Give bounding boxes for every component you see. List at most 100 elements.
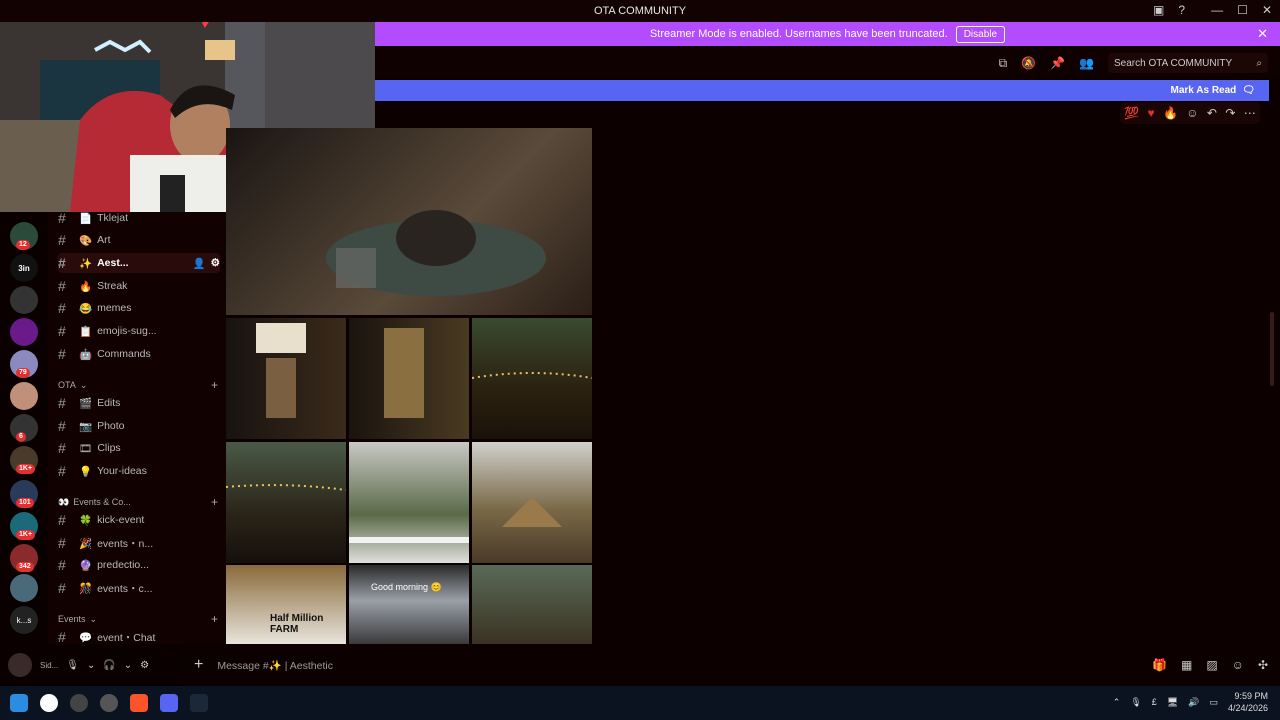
app-icon[interactable] xyxy=(100,694,118,712)
photo-car-window[interactable]: Good morning 😊 xyxy=(349,565,469,644)
add-reaction-icon[interactable]: ☺ xyxy=(1186,106,1198,120)
photo-wall-light-1[interactable] xyxy=(226,318,346,439)
category-label: Events xyxy=(58,614,86,624)
microphone-icon[interactable]: 🎙 xyxy=(66,660,79,671)
photo-wall-light-2[interactable] xyxy=(349,318,469,439)
network-icon[interactable]: 🖥 xyxy=(1167,697,1178,708)
photo-palm-lights[interactable] xyxy=(226,442,346,563)
channel-emoji: 💡 xyxy=(79,465,93,478)
hash-icon: # xyxy=(58,300,66,316)
photo-hut-day[interactable] xyxy=(472,442,592,563)
mark-as-read-button[interactable]: Mark As Read xyxy=(1171,85,1237,96)
clock-time: 9:59 PM xyxy=(1234,691,1268,701)
photo-palm-garden[interactable] xyxy=(472,565,592,644)
channel-item[interactable]: # 🔮 predectio... xyxy=(58,555,220,575)
battery-icon[interactable]: ▭ xyxy=(1209,697,1218,708)
microphone-tray-icon[interactable]: 🎙 xyxy=(1130,697,1141,708)
brave-browser-icon[interactable] xyxy=(130,694,148,712)
reaction-heart-icon[interactable]: ♥ xyxy=(1147,106,1154,120)
forward-icon[interactable]: ↷ xyxy=(1225,106,1235,120)
add-channel-icon[interactable]: + xyxy=(211,378,218,392)
server-icon-ks[interactable]: k...s xyxy=(10,606,38,634)
maximize-icon[interactable]: ☐ xyxy=(1237,3,1248,17)
channel-item[interactable]: # 💡 Your-ideas xyxy=(58,461,220,481)
minimize-icon[interactable]: — xyxy=(1211,3,1223,17)
channel-label: Photo xyxy=(97,420,125,432)
close-icon[interactable]: ✕ xyxy=(1257,26,1268,42)
channel-item[interactable]: # 🎉 events・n... xyxy=(58,533,220,553)
server-icon[interactable] xyxy=(10,286,38,314)
photo-farm-sign[interactable]: Half Million FARM xyxy=(226,565,346,644)
gear-icon[interactable]: ⚙ xyxy=(140,660,149,671)
pin-icon[interactable]: 📌 xyxy=(1050,56,1065,70)
message-composer[interactable]: + Message #✨ | Aesthetic 🎁 ▦ ▨ ☺ ✣ xyxy=(182,644,1280,686)
add-channel-icon[interactable]: + xyxy=(211,612,218,626)
search-input[interactable]: Search OTA COMMUNITY ⌕ xyxy=(1108,53,1268,73)
new-messages-bar[interactable]: Mark As Read 🗨 xyxy=(375,80,1269,101)
add-attachment-icon[interactable]: + xyxy=(194,656,203,674)
close-window-icon[interactable]: ✕ xyxy=(1262,3,1272,17)
threads-icon[interactable]: ⧉ xyxy=(999,56,1008,71)
category-label: OTA xyxy=(58,380,76,390)
more-icon[interactable]: ⋯ xyxy=(1244,106,1256,120)
channel-item[interactable]: # 🎞 Clips xyxy=(58,438,220,458)
app-icon[interactable] xyxy=(70,694,88,712)
channel-item[interactable]: # 📷 Photo xyxy=(58,416,220,436)
settings-icon[interactable]: ⚙ xyxy=(211,257,220,269)
reply-icon[interactable]: ↶ xyxy=(1207,106,1217,120)
channel-item[interactable]: # 😂 memes xyxy=(58,298,220,318)
chevron-down-icon[interactable]: ⌄ xyxy=(87,660,95,671)
message-input[interactable]: Message #✨ | Aesthetic xyxy=(217,659,333,672)
category-ota[interactable]: OTA ⌄ + xyxy=(58,378,218,392)
clock[interactable]: 9:59 PM 4/24/2026 xyxy=(1228,690,1268,714)
server-icon-3in[interactable]: 3in xyxy=(10,254,38,282)
chevron-up-icon[interactable]: ⌃ xyxy=(1113,697,1121,708)
category-events-co[interactable]: 👀 Events & Co... + xyxy=(58,495,218,509)
emoji-icon[interactable]: ☺ xyxy=(1232,658,1244,672)
scrollbar[interactable] xyxy=(1270,312,1274,386)
channel-item[interactable]: # 📋 emojis-sug... xyxy=(58,321,220,341)
channel-item-active[interactable]: # ✨ Aest... 👤 ⚙ xyxy=(58,253,220,273)
photo-coffee-cup[interactable] xyxy=(226,128,592,315)
obs-icon[interactable] xyxy=(40,694,58,712)
server-icon[interactable] xyxy=(10,382,38,410)
add-channel-icon[interactable]: + xyxy=(211,495,218,509)
gif-icon[interactable]: ▦ xyxy=(1181,658,1192,672)
chevron-down-icon: ⌄ xyxy=(79,379,88,390)
photo-palm-night[interactable] xyxy=(472,318,592,439)
channel-emoji: 🤖 xyxy=(79,348,93,361)
reaction-fire-icon[interactable]: 🔥 xyxy=(1163,106,1178,120)
channel-item[interactable]: # 🍀 kick-event xyxy=(58,510,220,530)
sticker-icon[interactable]: ▨ xyxy=(1206,658,1217,672)
photo-garden-day[interactable] xyxy=(349,442,469,563)
channel-item[interactable]: # 📄 Tklejat xyxy=(58,208,220,228)
disable-streamer-button[interactable]: Disable xyxy=(955,25,1006,43)
headphones-icon[interactable]: 🎧 xyxy=(103,660,115,671)
steam-icon[interactable] xyxy=(190,694,208,712)
avatar[interactable] xyxy=(8,653,32,677)
gift-icon[interactable]: 🎁 xyxy=(1152,658,1167,672)
category-label: Events & Co... xyxy=(73,497,131,507)
volume-icon[interactable]: 🔊 xyxy=(1188,697,1199,708)
channel-item[interactable]: # 🎨 Art xyxy=(58,230,220,250)
channel-item[interactable]: # 🤖 Commands xyxy=(58,344,220,364)
chevron-down-icon[interactable]: ⌄ xyxy=(124,660,132,671)
inbox-icon[interactable]: ▣ xyxy=(1153,3,1164,17)
channel-emoji: 🔥 xyxy=(79,280,93,293)
members-icon[interactable]: 👥 xyxy=(1079,56,1094,70)
language-icon[interactable]: £ xyxy=(1152,697,1157,707)
server-icon[interactable] xyxy=(10,574,38,602)
apps-icon[interactable]: ✣ xyxy=(1258,658,1268,672)
server-icon[interactable] xyxy=(10,318,38,346)
mute-icon[interactable]: 🔕 xyxy=(1021,56,1036,70)
channel-item[interactable]: # 🎬 Edits xyxy=(58,393,220,413)
category-events[interactable]: Events ⌄ + xyxy=(58,612,218,626)
windows-start-icon[interactable] xyxy=(10,694,28,712)
reaction-100-icon[interactable]: 💯 xyxy=(1124,106,1139,120)
invite-icon[interactable]: 👤 xyxy=(193,257,206,270)
channel-item[interactable]: # 🔥 Streak xyxy=(58,276,220,296)
channel-item[interactable]: # 🎊 events・c... xyxy=(58,578,220,598)
discord-icon[interactable] xyxy=(160,694,178,712)
help-icon[interactable]: ? xyxy=(1178,3,1185,17)
channel-label: emojis-sug... xyxy=(97,325,157,337)
